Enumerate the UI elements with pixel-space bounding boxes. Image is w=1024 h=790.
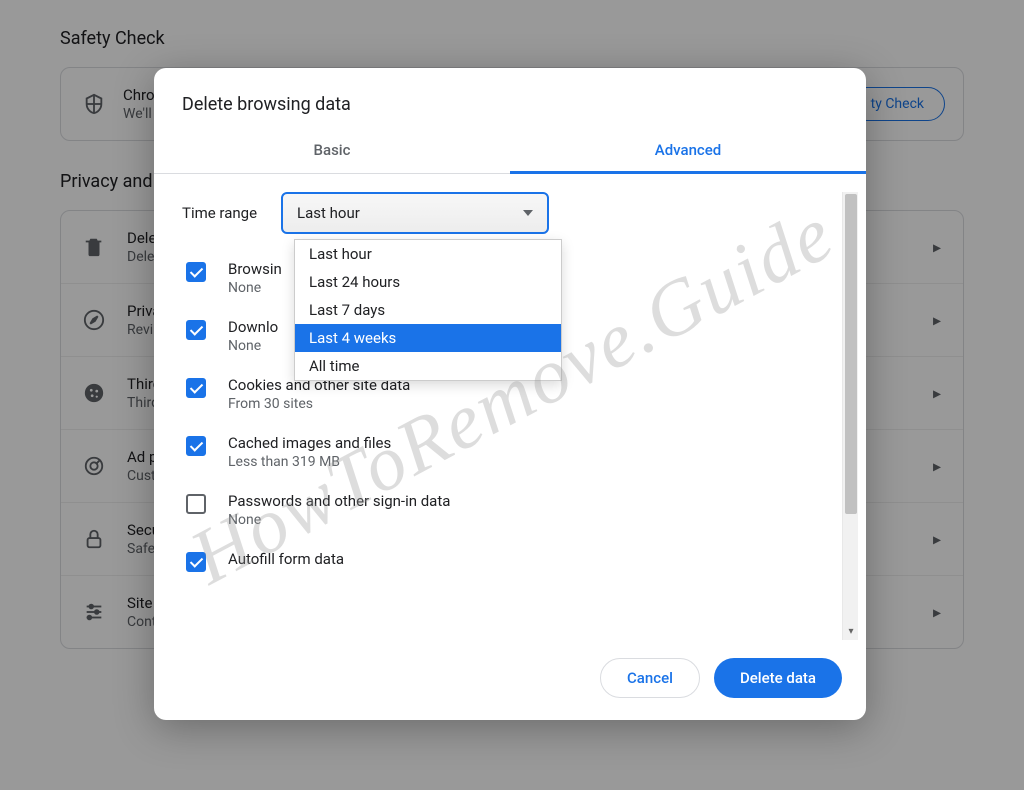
time-range-select[interactable]: Last hour [281,192,549,234]
tab-advanced[interactable]: Advanced [510,125,866,174]
item-cookies: Cookies and other site dataFrom 30 sites [182,376,830,412]
option-last-4-weeks[interactable]: Last 4 weeks [295,324,561,352]
checkbox-autofill[interactable] [186,552,206,572]
item-cached-images: Cached images and filesLess than 319 MB [182,434,830,470]
checkbox-download-history[interactable] [186,320,206,340]
checkbox-browsing-history[interactable] [186,262,206,282]
time-range-value: Last hour [297,204,360,222]
tab-basic[interactable]: Basic [154,125,510,174]
item-passwords: Passwords and other sign-in dataNone [182,492,830,528]
item-autofill: Autofill form data [182,550,830,572]
time-range-dropdown: Last hour Last 24 hours Last 7 days Last… [294,239,562,381]
delete-data-button[interactable]: Delete data [714,658,842,698]
time-range-row: Time range Last hour Last hour Last 24 h… [182,192,830,234]
dialog-tabs: Basic Advanced [154,125,866,174]
checkbox-passwords[interactable] [186,494,206,514]
caret-down-icon [523,210,533,216]
option-last-7-days[interactable]: Last 7 days [295,296,561,324]
option-all-time[interactable]: All time [295,352,561,380]
cancel-button[interactable]: Cancel [600,658,700,698]
dialog-title: Delete browsing data [182,94,838,115]
scroll-thumb[interactable] [845,194,857,514]
scroll-down-icon[interactable]: ▾ [843,624,859,640]
option-last-24-hours[interactable]: Last 24 hours [295,268,561,296]
delete-browsing-data-dialog: Delete browsing data Basic Advanced Time… [154,68,866,720]
scrollbar[interactable]: ▴ ▾ [842,192,858,640]
checkbox-cookies[interactable] [186,378,206,398]
time-range-label: Time range [182,204,257,222]
checkbox-cached-images[interactable] [186,436,206,456]
option-last-hour[interactable]: Last hour [295,240,561,268]
